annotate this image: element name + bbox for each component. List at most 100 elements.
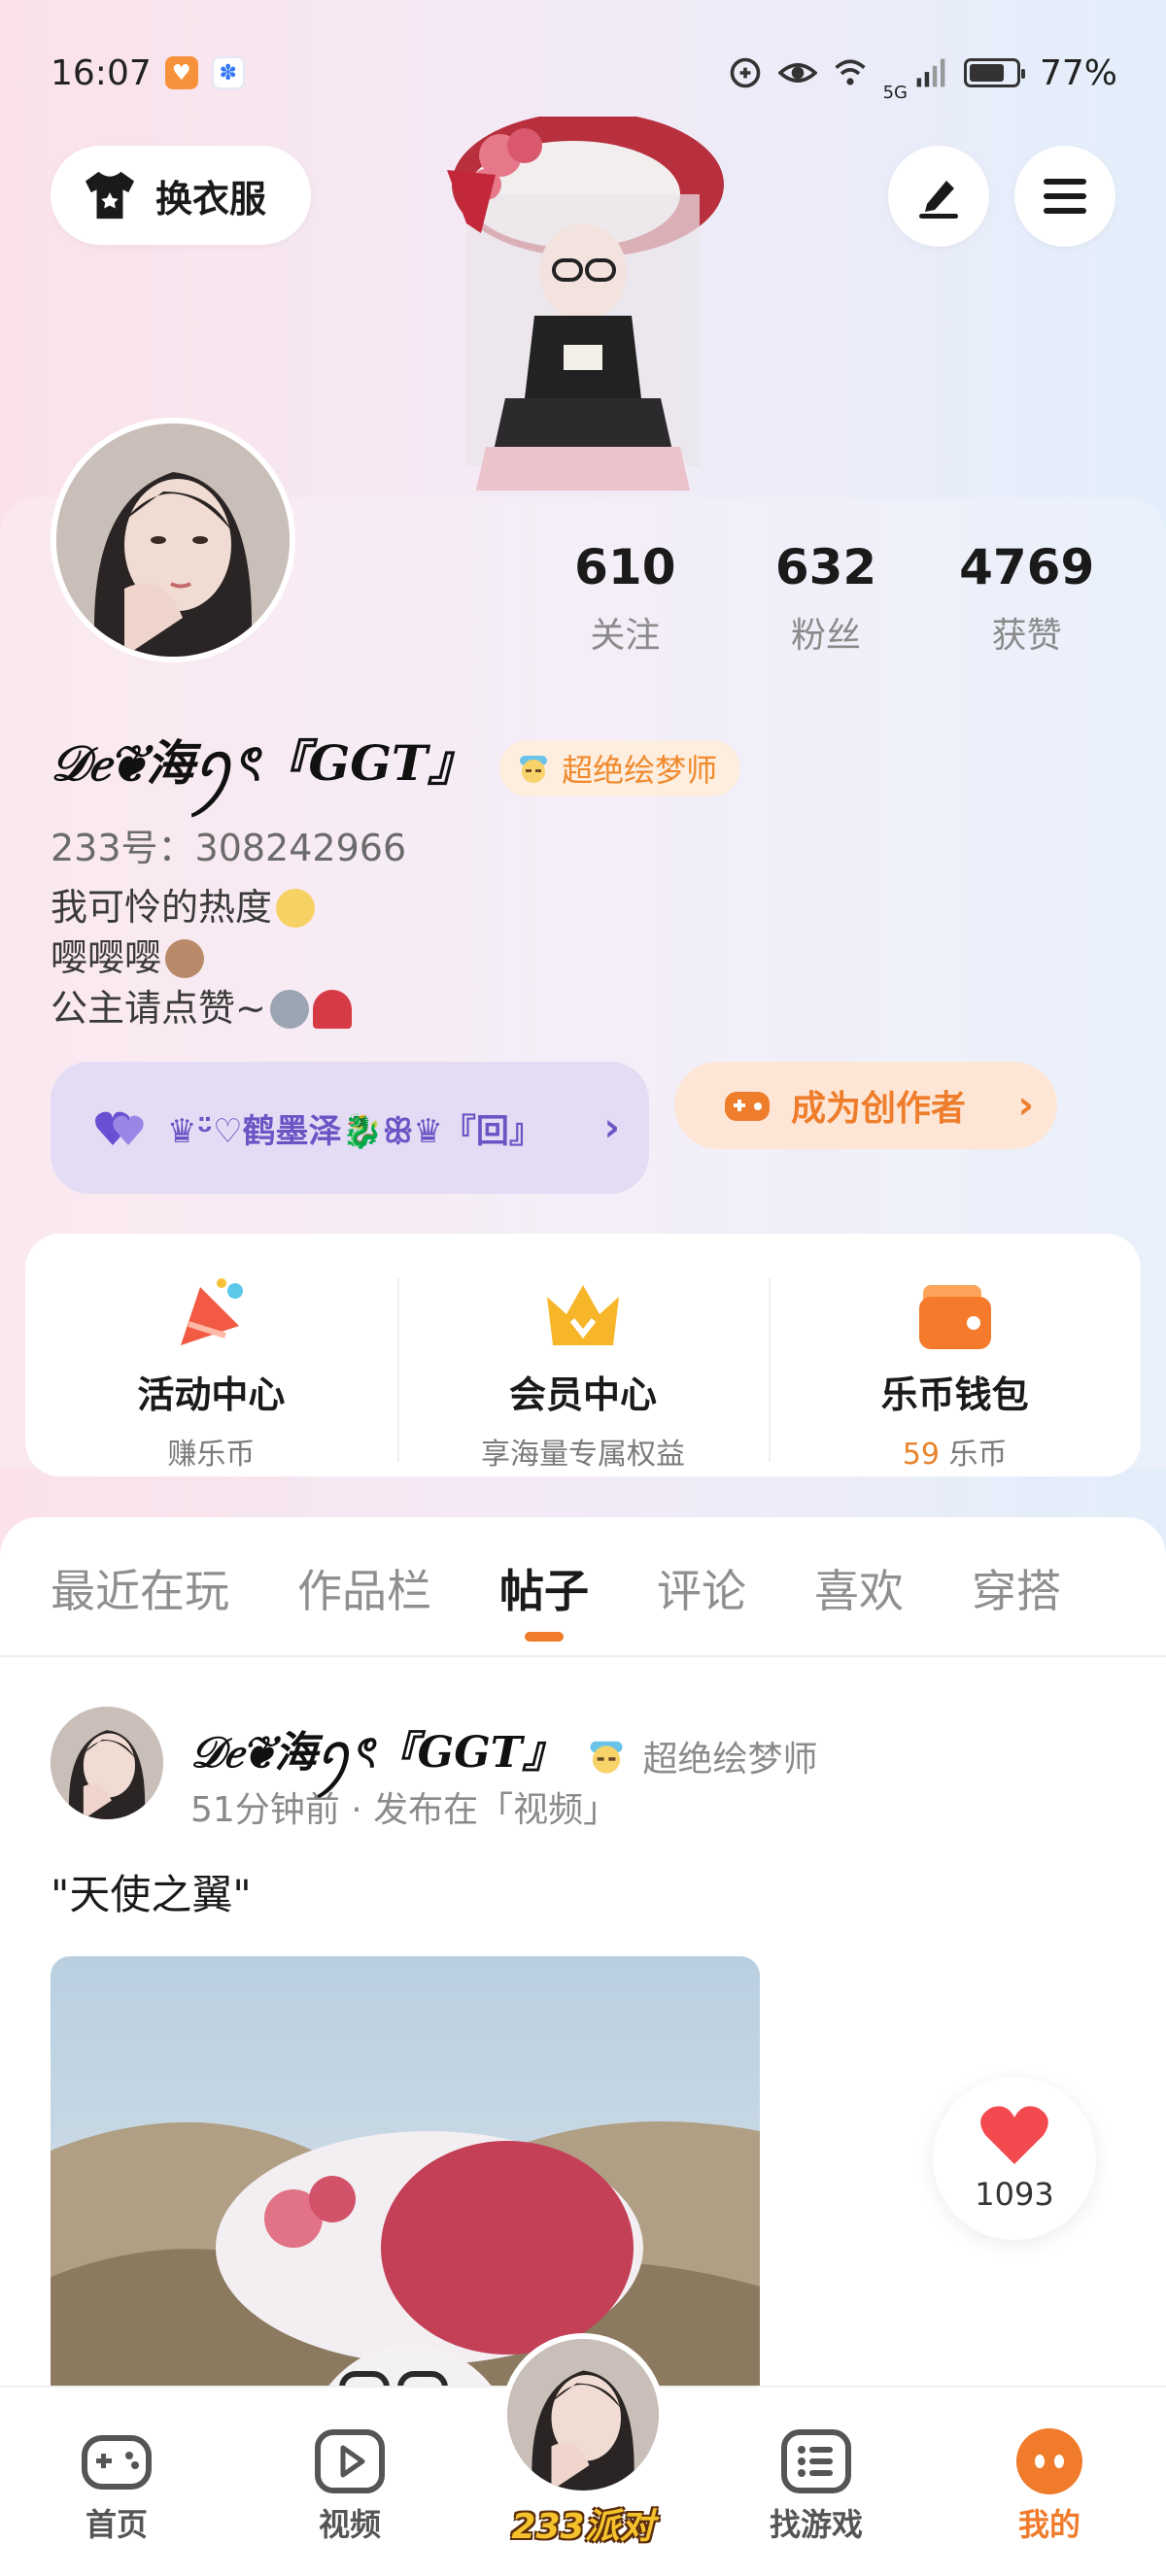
nav-video[interactable]: 视频 [282, 2426, 418, 2545]
title-badge[interactable]: 超绝绘梦师 [499, 739, 741, 797]
become-creator-label: 成为创作者 [791, 1089, 967, 1129]
profile-stats: 610 关注 632 粉丝 4769 获赞 [525, 539, 1127, 658]
name-row: 𝒟𝑒❦海ꪆৎ『GGT』 超绝绘梦师 [51, 717, 741, 819]
post-avatar-photo [51, 1707, 163, 1819]
chevron-right-icon: › [603, 1105, 620, 1150]
gamepad-icon [82, 2435, 152, 2490]
profile-tabs: 最近在玩 作品栏 帖子 评论 喜欢 穿搭 [0, 1556, 1166, 1653]
following-count: 610 [574, 539, 676, 595]
eye-icon [777, 63, 817, 83]
nav-home-label: 首页 [85, 2506, 148, 2543]
profile-face-icon [1016, 2428, 1082, 2494]
battery-percent: 77% [1039, 52, 1117, 93]
network-type-label: 5G [882, 82, 908, 103]
nav-video-label: 视频 [318, 2506, 381, 2543]
coin-wallet[interactable]: 乐币钱包 59 乐币 [769, 1258, 1141, 1472]
member-center-title: 会员中心 [509, 1373, 658, 1416]
tab-likes[interactable]: 喜欢 [814, 1556, 904, 1620]
nav-find-games-label: 找游戏 [769, 2506, 863, 2543]
post-text: "天使之翼" [51, 1871, 252, 1918]
dreamer-badge-icon [590, 1741, 623, 1774]
character-avatar-figure[interactable] [408, 117, 758, 500]
moon-face-icon [269, 990, 309, 1029]
crown-icon [547, 1285, 619, 1345]
party-avatar [507, 2339, 659, 2491]
user-name: 𝒟𝑒❦海ꪆৎ『GGT』 [51, 734, 477, 792]
coin-balance: 59 [902, 1438, 940, 1472]
user-id: 233号：308242966 [51, 818, 406, 871]
tab-divider [0, 1655, 1166, 1657]
tshirt-icon [85, 171, 135, 220]
profile-bio: 我可怜的热度 嘤嘤嘤 公主请点赞~ [51, 882, 352, 1034]
tab-comments[interactable]: 评论 [657, 1556, 746, 1620]
nav-me-label: 我的 [1017, 2506, 1080, 2543]
nav-party-label[interactable]: 233派对 [486, 2498, 680, 2549]
followers-stat[interactable]: 632 粉丝 [726, 539, 927, 658]
relation-text: ♛ᵕ̈♡鹤墨泽🐉ꕥ♛『回』 [167, 1111, 542, 1151]
services-card: 活动中心 赚乐币 会员中心 享海量专属权益 乐币钱包 59 乐币 [25, 1234, 1141, 1476]
likes-label: 获赞 [991, 616, 1062, 656]
gamepad-plus-icon [725, 1092, 770, 1121]
pen-icon [919, 181, 958, 219]
post-title-badge: 超绝绘梦师 [587, 1731, 818, 1781]
activity-center-subtitle: 赚乐币 [167, 1438, 256, 1472]
bio-line-2: 嘤嘤嘤 [51, 936, 162, 979]
tab-outfits[interactable]: 穿搭 [972, 1556, 1061, 1620]
rose-icon [312, 990, 352, 1029]
post-author-avatar[interactable] [51, 1707, 163, 1819]
tab-works[interactable]: 作品栏 [297, 1556, 431, 1620]
double-heart-icon [95, 1111, 144, 1145]
member-center[interactable]: 会员中心 享海量专属权益 [396, 1258, 770, 1472]
signal-icon [916, 58, 945, 87]
user-id-label: 233号： [51, 827, 195, 869]
nav-find-games[interactable]: 找游戏 [748, 2426, 884, 2545]
followers-label: 粉丝 [791, 616, 862, 656]
coin-unit: 乐币 [940, 1438, 1008, 1472]
tab-recently-played[interactable]: 最近在玩 [51, 1556, 229, 1620]
nav-me[interactable]: 我的 [981, 2426, 1117, 2545]
paw-app-icon: ✽ [211, 56, 245, 89]
nav-home[interactable]: 首页 [49, 2426, 185, 2545]
like-button[interactable]: 1093 [933, 2077, 1096, 2240]
likes-count: 4769 [959, 539, 1095, 595]
data-saver-icon [730, 57, 760, 88]
activity-center-title: 活动中心 [137, 1373, 286, 1416]
battery-icon [963, 58, 1025, 87]
menu-button[interactable] [1014, 146, 1115, 247]
list-icon [781, 2429, 851, 2493]
user-id-value: 308242966 [194, 827, 407, 869]
notification-app-icon: ♥ [164, 56, 198, 89]
cp-relation-button[interactable]: ♛ᵕ̈♡鹤墨泽🐉ꕥ♛『回』 › [51, 1062, 649, 1194]
tab-posts[interactable]: 帖子 [499, 1556, 589, 1642]
chevron-right-icon: › [1017, 1083, 1034, 1128]
play-icon [315, 2429, 385, 2493]
dreamer-badge-icon [520, 755, 548, 783]
followers-count: 632 [774, 539, 877, 595]
coin-wallet-title: 乐币钱包 [880, 1373, 1029, 1416]
member-center-subtitle: 享海量专属权益 [481, 1438, 685, 1472]
bio-line-1: 我可怜的热度 [51, 886, 273, 929]
like-count: 1093 [975, 2176, 1054, 2213]
wallet-icon [918, 1285, 991, 1349]
change-outfit-label: 换衣服 [155, 177, 267, 220]
become-creator-button[interactable]: 成为创作者 › [674, 1062, 1057, 1149]
profile-page: 16:07 ♥ ✽ 5G 77% 换衣服 610 关注 632 粉丝 4769 … [0, 0, 1166, 2576]
hamburger-icon [1044, 179, 1086, 214]
wifi-icon [834, 59, 866, 85]
likes-stat[interactable]: 4769 获赞 [926, 539, 1127, 658]
post-meta: 51分钟前 · 发布在「视频」 [190, 1790, 619, 1830]
following-label: 关注 [590, 616, 661, 656]
profile-avatar[interactable] [51, 418, 295, 662]
nav-party-avatar[interactable] [501, 2333, 665, 2496]
edit-profile-button[interactable] [888, 146, 989, 247]
sad-sweat-emoji-icon [276, 889, 316, 928]
change-outfit-button[interactable]: 换衣服 [51, 146, 311, 245]
avatar-photo [56, 424, 290, 657]
bio-line-3: 公主请点赞~ [51, 987, 266, 1030]
title-badge-label: 超绝绘梦师 [562, 751, 718, 789]
heart-icon [980, 2106, 1048, 2164]
activity-center[interactable]: 活动中心 赚乐币 [25, 1258, 397, 1472]
following-stat[interactable]: 610 关注 [525, 539, 726, 658]
party-popper-icon [181, 1278, 244, 1345]
status-time: 16:07 [51, 52, 152, 93]
